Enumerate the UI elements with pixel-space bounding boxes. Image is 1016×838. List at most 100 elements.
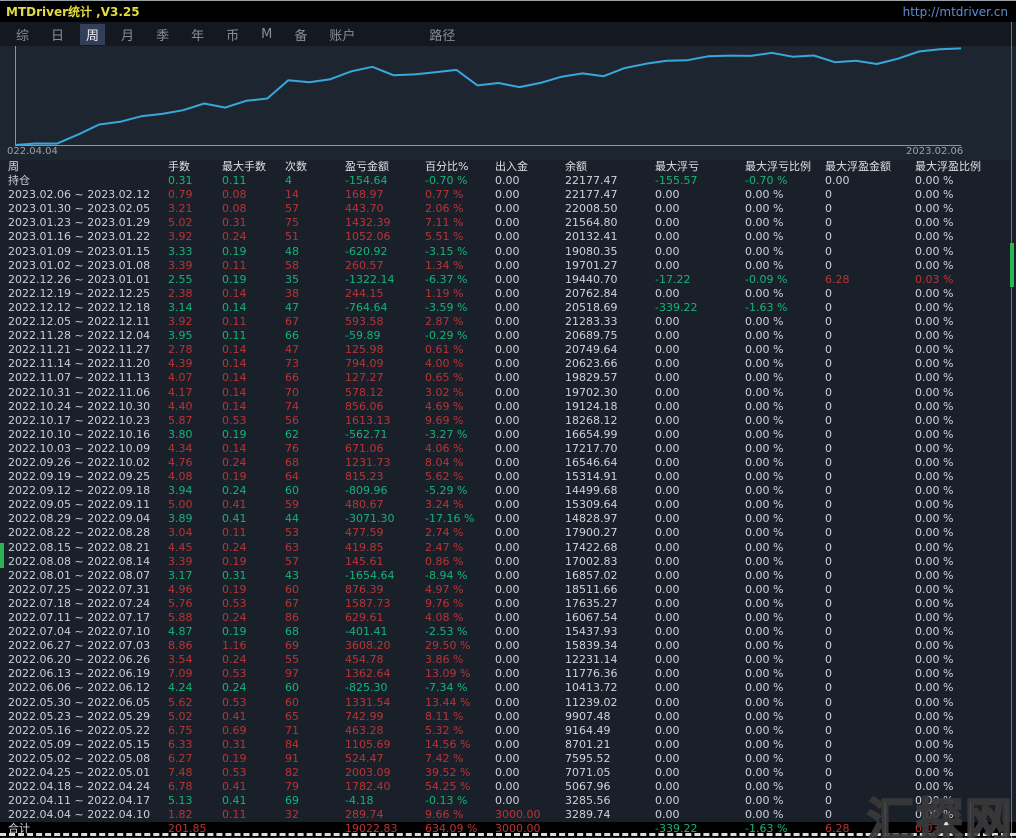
table-row[interactable]: 2022.05.02 ~ 2022.05.08 6.27 0.19 91 524.47 7…: [0, 752, 1016, 766]
menu-item-9[interactable]: 账户: [323, 24, 361, 45]
table-cell: 20623.66: [565, 357, 618, 371]
table-cell: 20132.41: [565, 230, 618, 244]
app-url-link[interactable]: http://mtdriver.cn: [903, 5, 1010, 19]
table-row[interactable]: 2022.05.30 ~ 2022.06.05 5.62 0.53 60 1331.54…: [0, 696, 1016, 710]
table-cell: 14499.68: [565, 484, 618, 498]
table-cell: 0.00: [655, 709, 680, 723]
table-row[interactable]: 2022.07.04 ~ 2022.07.10 4.87 0.19 68 -401.41…: [0, 625, 1016, 639]
table-row[interactable]: 2022.08.29 ~ 2022.09.04 3.89 0.41 44 -3071.3…: [0, 512, 1016, 526]
table-cell: 0: [825, 286, 832, 300]
table-row[interactable]: 2022.07.11 ~ 2022.07.17 5.88 0.24 86 629.61 4…: [0, 611, 1016, 625]
table-row[interactable]: 2022.11.14 ~ 2022.11.20 4.39 0.14 73 794.09 4…: [0, 357, 1016, 371]
table-row[interactable]: 2022.09.19 ~ 2022.09.25 4.08 0.19 64 815.23 5…: [0, 470, 1016, 484]
table-cell: 0.00 %: [915, 371, 954, 385]
column-header[interactable]: 最大浮亏: [647, 160, 737, 174]
table-cell: 0.00: [495, 794, 520, 808]
table-cell: 4.76: [168, 455, 193, 469]
table-row[interactable]: 2022.12.19 ~ 2022.12.25 2.38 0.14 38 244.15 1…: [0, 287, 1016, 301]
table-row[interactable]: 持仓 0.31 0.11 4 -154.64 -0.70 % 0.00 22177.47 -15…: [0, 174, 1016, 188]
table-row[interactable]: 2022.04.18 ~ 2022.04.24 6.78 0.41 79 1782.40…: [0, 780, 1016, 794]
table-row[interactable]: 2022.05.23 ~ 2022.05.29 5.02 0.41 65 742.99 8…: [0, 710, 1016, 724]
table-row[interactable]: 2022.06.27 ~ 2022.07.03 8.86 1.16 69 3608.20…: [0, 639, 1016, 653]
table-cell: 1052.06: [345, 230, 391, 244]
table-row[interactable]: 2022.10.24 ~ 2022.10.30 4.40 0.14 74 856.06 4…: [0, 400, 1016, 414]
table-row[interactable]: 2022.07.18 ~ 2022.07.24 5.76 0.53 67 1587.73…: [0, 597, 1016, 611]
table-row[interactable]: 2022.10.03 ~ 2022.10.09 4.34 0.14 76 671.06 4…: [0, 442, 1016, 456]
table-cell: 0.00: [495, 737, 520, 751]
table-row[interactable]: 2023.01.16 ~ 2023.01.22 3.92 0.24 51 1052.06…: [0, 230, 1016, 244]
column-header[interactable]: 次数: [277, 160, 337, 174]
table-cell: 0.86 %: [425, 554, 464, 568]
table-row[interactable]: 2022.08.15 ~ 2022.08.21 4.45 0.24 63 419.85 2…: [0, 541, 1016, 555]
column-header[interactable]: 最大浮亏比例: [737, 160, 817, 174]
app-title: MTDriver统计 ,V3.25: [6, 5, 140, 19]
column-header[interactable]: 盈亏金额: [337, 160, 417, 174]
column-header[interactable]: 手数: [160, 160, 214, 174]
table-row[interactable]: 2022.12.26 ~ 2023.01.01 2.55 0.19 35 -1322.1…: [0, 273, 1016, 287]
menu-item-0[interactable]: 综: [10, 24, 35, 45]
menu-item-5[interactable]: 年: [185, 24, 210, 45]
table-row[interactable]: 2022.04.25 ~ 2022.05.01 7.48 0.53 82 2003.09…: [0, 766, 1016, 780]
table-row[interactable]: 2022.11.28 ~ 2022.12.04 3.95 0.11 66 -59.89 -…: [0, 329, 1016, 343]
table-cell: 0.00: [655, 582, 680, 596]
table-row[interactable]: 2022.05.09 ~ 2022.05.15 6.33 0.31 84 1105.69…: [0, 738, 1016, 752]
table-row[interactable]: 2022.09.26 ~ 2022.10.02 4.76 0.24 68 1231.73…: [0, 456, 1016, 470]
table-cell: 4.00 %: [425, 357, 464, 371]
column-header[interactable]: 出入金: [487, 160, 557, 174]
table-row[interactable]: 2023.02.06 ~ 2023.02.12 0.79 0.08 14 168.97 0…: [0, 188, 1016, 202]
table-row[interactable]: 2022.10.10 ~ 2022.10.16 3.80 0.19 62 -562.71…: [0, 428, 1016, 442]
menu-item-4[interactable]: 季: [150, 24, 175, 45]
menu-item-2[interactable]: 周: [80, 23, 106, 45]
table-cell: 0.19: [222, 470, 247, 484]
table-row[interactable]: 2022.12.12 ~ 2022.12.18 3.14 0.14 47 -764.64…: [0, 301, 1016, 315]
column-header[interactable]: 余额: [557, 160, 647, 174]
column-header[interactable]: 最大浮盈比例: [907, 160, 1016, 174]
menu-item-6[interactable]: 币: [220, 24, 245, 45]
table-cell: 0.00: [495, 427, 520, 441]
table-row[interactable]: 2022.10.31 ~ 2022.11.06 4.17 0.14 70 578.12 3…: [0, 386, 1016, 400]
column-header[interactable]: 百分比%: [417, 160, 487, 174]
table-row[interactable]: 2022.09.05 ~ 2022.09.11 5.00 0.41 59 480.67 3…: [0, 498, 1016, 512]
table-row[interactable]: 2022.04.11 ~ 2022.04.17 5.13 0.41 69 -4.18 -0…: [0, 794, 1016, 808]
menu-item-1[interactable]: 日: [45, 24, 70, 45]
table-cell: 0.19: [222, 625, 247, 639]
table-cell: 0.00 %: [745, 484, 784, 498]
menu-item-3[interactable]: 月: [115, 24, 140, 45]
table-row[interactable]: 2022.12.05 ~ 2022.12.11 3.92 0.11 67 593.58 2…: [0, 315, 1016, 329]
table-cell: 0.00 %: [745, 343, 784, 357]
menu-item-7[interactable]: M: [255, 26, 278, 43]
table-cell: 76: [285, 441, 299, 455]
table-row[interactable]: 2023.01.23 ~ 2023.01.29 5.02 0.31 75 1432.39…: [0, 216, 1016, 230]
table-row[interactable]: 2023.01.02 ~ 2023.01.08 3.39 0.11 58 260.57 1…: [0, 259, 1016, 273]
menu-item-10[interactable]: 路径: [423, 24, 461, 45]
table-cell: -5.29 %: [425, 484, 468, 498]
table-row[interactable]: 2022.08.01 ~ 2022.08.07 3.17 0.31 43 -1654.6…: [0, 569, 1016, 583]
table-cell: 289.74: [345, 808, 384, 822]
table-cell: 12231.14: [565, 653, 618, 667]
table-row[interactable]: 2022.05.16 ~ 2022.05.22 6.75 0.69 71 463.28 5…: [0, 724, 1016, 738]
table-cell: 66: [285, 329, 299, 343]
table-row[interactable]: 2022.11.07 ~ 2022.11.13 4.07 0.14 66 127.27 0…: [0, 371, 1016, 385]
table-cell: 0.00 %: [745, 244, 784, 258]
table-row[interactable]: 2023.01.09 ~ 2023.01.15 3.33 0.19 48 -620.92…: [0, 245, 1016, 259]
table-cell: 9.69 %: [425, 413, 464, 427]
table-row[interactable]: 2022.04.04 ~ 2022.04.10 1.82 0.11 32 289.74 9…: [0, 808, 1016, 822]
table-row[interactable]: 2023.01.30 ~ 2023.02.05 3.21 0.08 57 443.70 2…: [0, 202, 1016, 216]
table-row[interactable]: 2022.08.22 ~ 2022.08.28 3.04 0.11 53 477.59 2…: [0, 526, 1016, 540]
table-cell: 0.00 %: [915, 681, 954, 695]
menu-item-8[interactable]: 备: [288, 24, 313, 45]
table-cell: -809.96: [345, 484, 388, 498]
table-cell: 2022.05.23 ~ 2022.05.29: [8, 709, 151, 723]
table-row[interactable]: 2022.10.17 ~ 2022.10.23 5.87 0.53 56 1613.13…: [0, 414, 1016, 428]
table-row[interactable]: 2022.08.08 ~ 2022.08.14 3.39 0.19 57 145.61 0…: [0, 555, 1016, 569]
table-row[interactable]: 2022.06.20 ~ 2022.06.26 3.54 0.24 55 454.78 3…: [0, 653, 1016, 667]
table-row[interactable]: 2022.11.21 ~ 2022.11.27 2.78 0.14 47 125.98 0…: [0, 343, 1016, 357]
column-header[interactable]: 最大浮盈金额: [817, 160, 907, 174]
table-row[interactable]: 2022.06.06 ~ 2022.06.12 4.24 0.24 60 -825.30…: [0, 681, 1016, 695]
column-header[interactable]: 最大手数: [214, 160, 277, 174]
table-cell: 97: [285, 667, 299, 681]
table-row[interactable]: 2022.07.25 ~ 2022.07.31 4.96 0.19 60 876.39 4…: [0, 583, 1016, 597]
table-row[interactable]: 2022.06.13 ~ 2022.06.19 7.09 0.53 97 1362.64…: [0, 667, 1016, 681]
table-row[interactable]: 2022.09.12 ~ 2022.09.18 3.94 0.24 60 -809.96…: [0, 484, 1016, 498]
column-header[interactable]: 周: [0, 160, 160, 174]
